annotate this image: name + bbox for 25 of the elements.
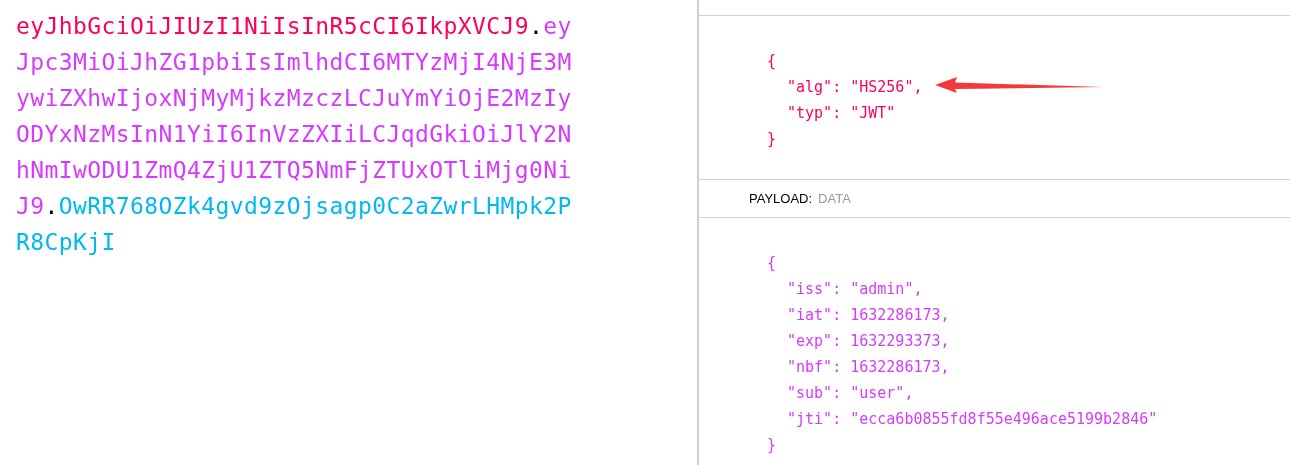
code-line: } [767,435,777,456]
token-text: ey [543,13,572,39]
token-text: OwRR768OZk4gvd9zOjsagp0C2aZwrLHMpk2P [58,193,572,219]
token-text: . [528,13,544,39]
section-title: PAYLOAD: [749,191,813,206]
code-line: "exp": 1632293373, [787,331,950,352]
code-line: "iat": 1632286173, [787,305,950,326]
section-subtitle: DATA [818,191,851,206]
code-line: { [767,253,777,274]
code-line: "alg": "HS256", [787,77,923,98]
token-text: Jpc3MiOiJhZG1pbiIsImlhdCI6MTYzMjI4NjE3M [16,49,572,75]
code-line: "iss": "admin", [787,279,923,300]
code-line: "sub": "user", [787,383,914,404]
token-text: eyJhbGciOiJIUzI1NiIsInR5cCI6IkpXVCJ9 [16,13,529,39]
token-text: J9 [16,193,45,219]
code-line: "typ": "JWT" [787,103,896,124]
token-text: hNmIwODU1ZmQ4ZjU1ZTQ5NmFjZTUxOTliMjg0Ni [16,157,572,183]
code-line: "jti": "ecca6b0855fd8f55e496ace5199b2846" [787,409,1158,430]
token-text: ywiZXhwIjoxNjMyMjkzMzczLCJuYmYiOjE2MzIy [16,85,572,111]
token-text: ODYxNzMsInN1YiI6InVzZXIiLCJqdGkiOiJlY2N [16,121,572,147]
token-text: . [44,193,59,219]
code-line: "nbf": 1632286173, [787,357,950,378]
code-line: } [767,129,777,150]
token-text: R8CpKjI [16,229,116,255]
code-line: { [767,51,777,72]
